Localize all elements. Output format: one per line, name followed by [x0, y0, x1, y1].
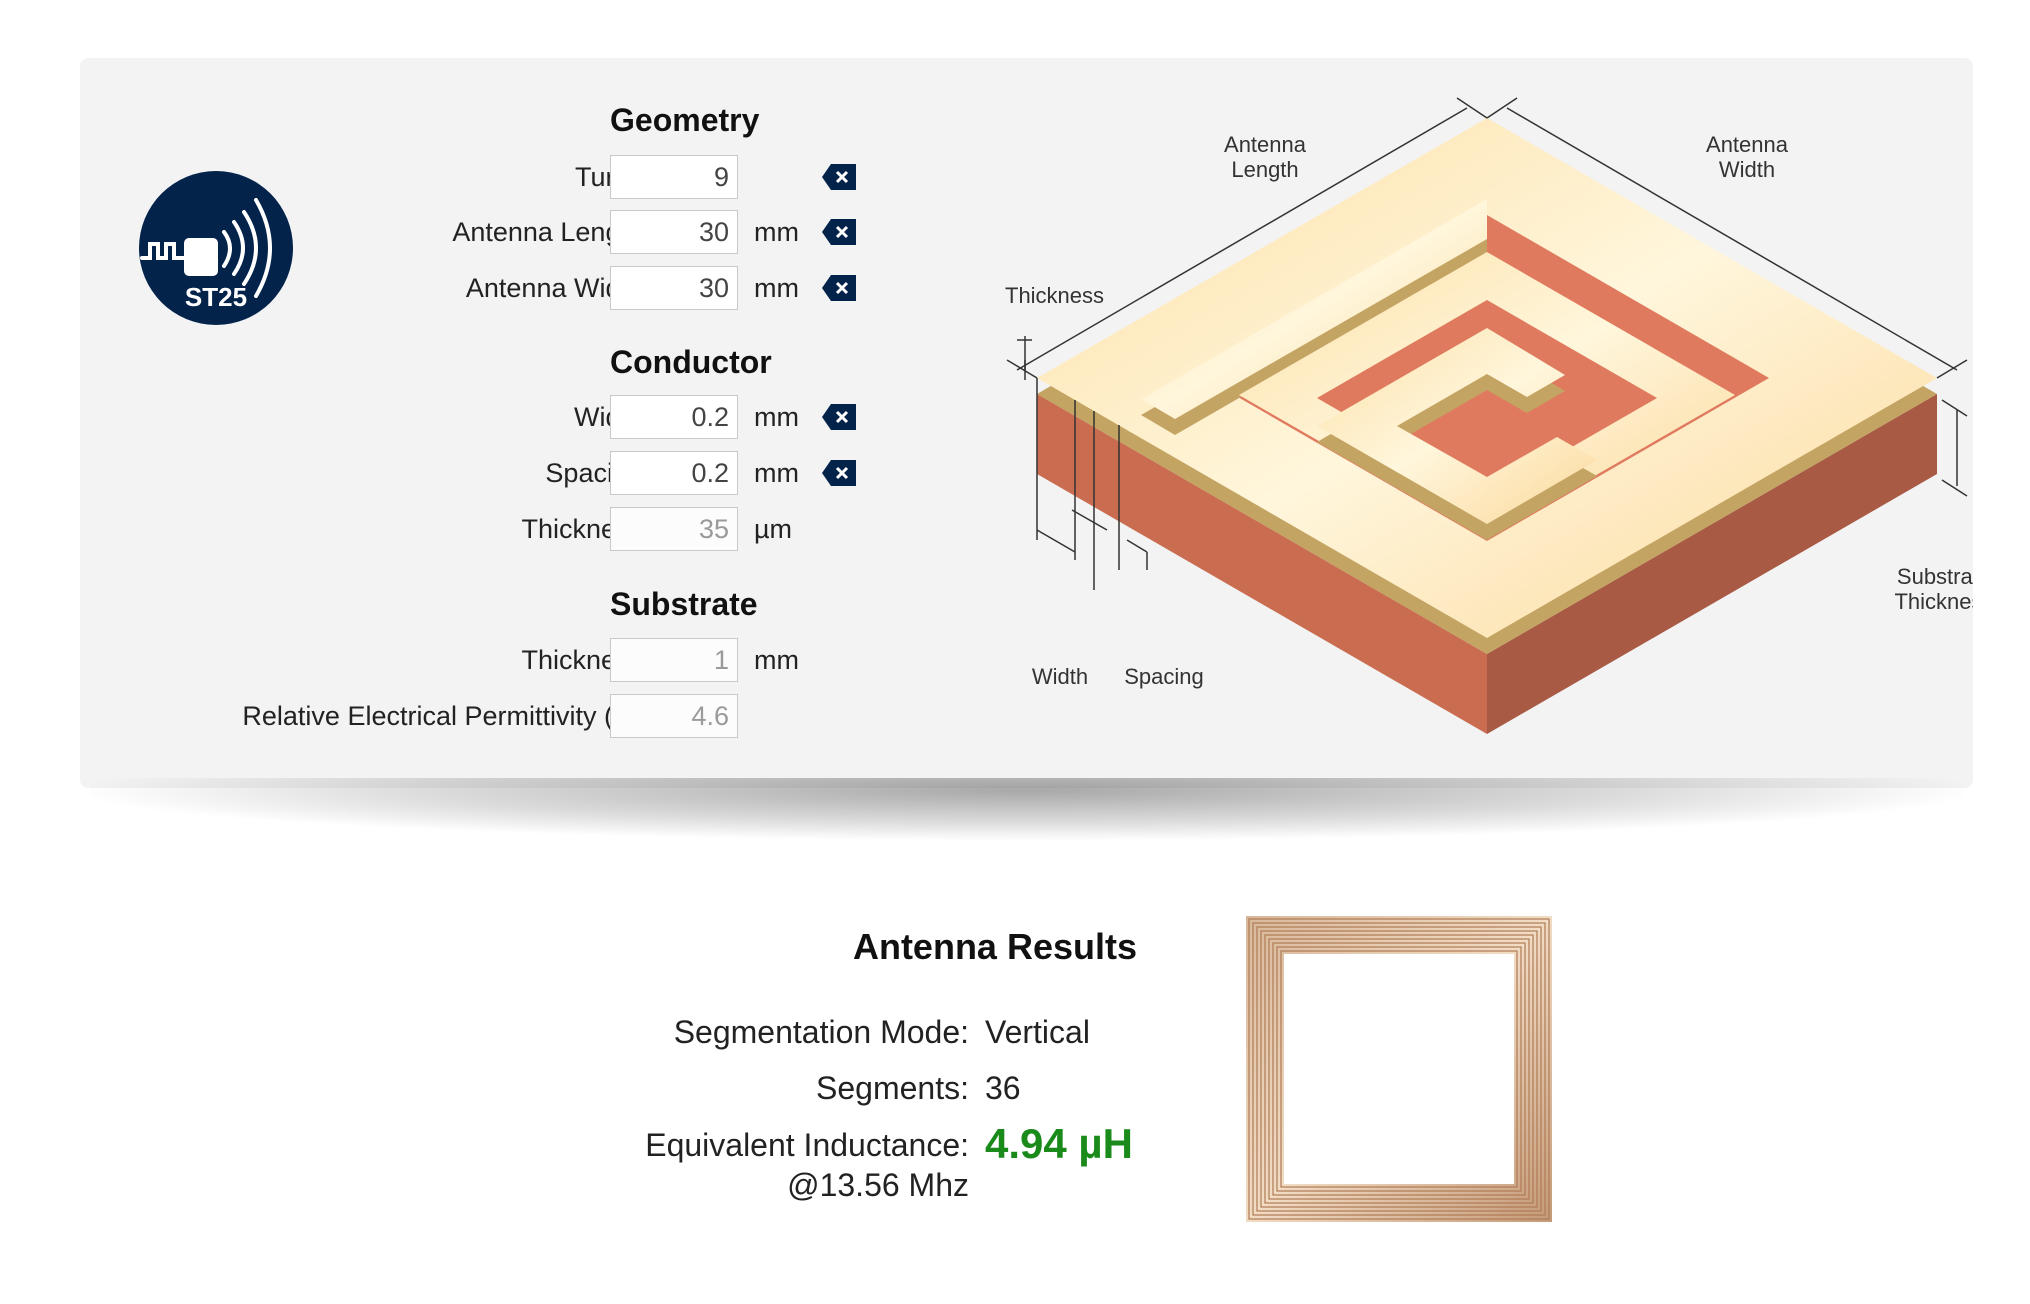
st25-logo: ST25: [139, 171, 293, 325]
conductor-title: Conductor: [610, 344, 772, 380]
segments-value: 36: [985, 1070, 1021, 1106]
substrate-thickness-unit: mm: [754, 645, 799, 675]
frequency-label: @13.56 Mhz: [787, 1167, 969, 1203]
geometry-title: Geometry: [610, 102, 760, 138]
segmentation-mode-label: Segmentation Mode:: [673, 1014, 969, 1050]
results-title: Antenna Results: [852, 926, 1137, 967]
substrate-thickness-dim-line2: Thickness: [1894, 589, 1973, 614]
thickness-dim-label: Thickness: [1005, 283, 1104, 308]
logo-text: ST25: [185, 282, 247, 312]
conductor-width-input[interactable]: [610, 395, 738, 439]
antenna-width-dim-line2: Width: [1719, 157, 1775, 182]
segments-label: Segments:: [816, 1070, 969, 1106]
antenna-width-unit: mm: [754, 273, 799, 303]
conductor-thickness-input: [610, 507, 738, 551]
panel-shadow: [90, 778, 1963, 840]
antenna-diagram: Antenna Length Antenna Width Thickness S…: [1005, 97, 1973, 734]
antenna-width-input[interactable]: [610, 266, 738, 310]
conductor-spacing-input[interactable]: [610, 451, 738, 495]
conductor-thickness-unit: µm: [754, 514, 793, 544]
antenna-preview-image: [1246, 916, 1552, 1222]
antenna-length-unit: mm: [754, 217, 799, 247]
permittivity-input: [610, 694, 738, 738]
conductor-width-unit: mm: [754, 402, 799, 432]
antenna-width-dim-line1: Antenna: [1706, 132, 1789, 157]
turns-input[interactable]: [610, 155, 738, 199]
substrate-title: Substrate: [610, 586, 758, 622]
permittivity-label: Relative Electrical Permittivity (εr): [242, 701, 643, 731]
antenna-length-input[interactable]: [610, 210, 738, 254]
segmentation-mode-value: Vertical: [985, 1014, 1090, 1050]
antenna-length-dim-line2: Length: [1231, 157, 1298, 182]
inductance-value: 4.94 µH: [985, 1120, 1133, 1167]
inductance-label: Equivalent Inductance:: [645, 1127, 969, 1163]
antenna-length-dim-line1: Antenna: [1224, 132, 1307, 157]
spacing-dim-label: Spacing: [1124, 664, 1204, 689]
conductor-spacing-unit: mm: [754, 458, 799, 488]
width-dim-label: Width: [1032, 664, 1088, 689]
substrate-thickness-input: [610, 638, 738, 682]
antenna-config-panel: ST25 Geometry Turns Antenna Length mm An…: [80, 58, 1973, 788]
substrate-thickness-dim-line1: Substrate: [1897, 564, 1973, 589]
